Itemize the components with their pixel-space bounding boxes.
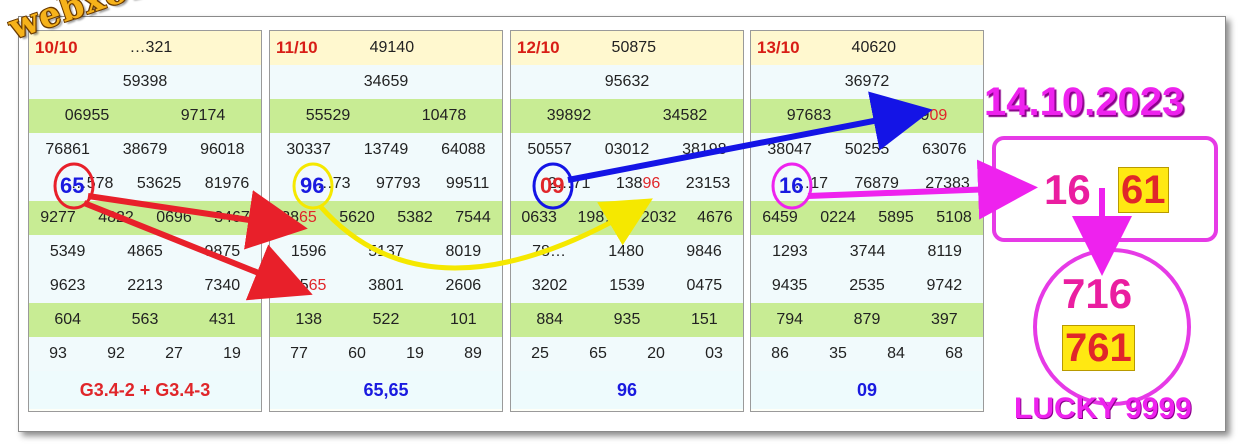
panel-header: 12/10 50875 [511, 31, 743, 65]
special-prize: 49140 [369, 39, 415, 56]
results-panel-11-10: 11/10 49140 34659 55529 10478 30337 13749 6… [269, 30, 503, 412]
panel-date: 12/10 [517, 38, 560, 57]
lucky-signature: LUCKY 9999 [1014, 392, 1192, 425]
prediction-date: 14.10.2023 [984, 80, 1185, 124]
prediction-second-highlight: 761 [1062, 325, 1135, 371]
panel-footer-note: 96 [511, 371, 743, 409]
prize-row: 77 60 19 89 [270, 337, 502, 371]
prize-row: 39892 34582 [511, 99, 743, 133]
circled-digits-12-10: 09 [540, 173, 565, 198]
prize-row: 76861 38679 96018 [29, 133, 261, 167]
prize-row: 9435 2535 9742 [751, 269, 983, 303]
panel-footer-note: G3.4-2 + G3.4-3 [29, 371, 261, 409]
prize-row: 3865 5620 5382 7544 [270, 201, 502, 235]
results-panel-13-10: 13/10 40620 36972 97683 99909 38047 50255 6… [750, 30, 984, 412]
special-prize: 40620 [851, 39, 897, 56]
prize-row: 138 522 101 [270, 303, 502, 337]
prize-row: 0633 198… 2032 4676 [511, 201, 743, 235]
prize-row: 78… 1480 9846 [511, 235, 743, 269]
circled-digits-13-10: 16 [779, 173, 804, 198]
prize-row: 9277 4822 0696 3467 [29, 201, 261, 235]
prize-row: 59398 [29, 65, 261, 99]
prize-row: 06955 97174 [29, 99, 261, 133]
prize-row: 38047 50255 63076 [751, 133, 983, 167]
prediction-first-plain: 16 [1044, 166, 1091, 213]
prize-row: 86 35 84 68 [751, 337, 983, 371]
prediction-box [992, 136, 1218, 242]
prediction-second-plain: 716 [1062, 270, 1133, 317]
prize-row: 95632 [511, 65, 743, 99]
prize-row: 55529 10478 [270, 99, 502, 133]
prize-row: 6459 0224 5895 5108 [751, 201, 983, 235]
prediction-first-highlight: 61 [1118, 167, 1169, 213]
panel-header: 10/10 …321 [29, 31, 261, 65]
prize-row: 9623 2213 7340 [29, 269, 261, 303]
circled-digits-10-10: 65 [60, 173, 85, 198]
prize-row: 5349 4865 9875 [29, 235, 261, 269]
prize-row: 794 879 397 [751, 303, 983, 337]
prize-row: 34659 [270, 65, 502, 99]
results-panel-12-10: 12/10 50875 95632 39892 34582 50557 03012 3… [510, 30, 744, 412]
prize-row: 25 65 20 03 [511, 337, 743, 371]
prize-row: 3202 1539 0475 [511, 269, 743, 303]
panel-date: 11/10 [276, 38, 318, 57]
prize-row: 36972 [751, 65, 983, 99]
panel-footer-note: 09 [751, 371, 983, 409]
results-panel-10-10: 10/10 …321 59398 06955 97174 76861 38679 96… [28, 30, 262, 412]
special-prize: …321 [129, 39, 173, 56]
prize-row: 97683 99909 [751, 99, 983, 133]
prize-row: 884 935 151 [511, 303, 743, 337]
prize-row: 604 563 431 [29, 303, 261, 337]
panel-header: 13/10 40620 [751, 31, 983, 65]
panel-header: 11/10 49140 [270, 31, 502, 65]
prize-row: 93 92 27 19 [29, 337, 261, 371]
prize-row: 1293 3744 8119 [751, 235, 983, 269]
panel-footer-note: 65,65 [270, 371, 502, 409]
prize-row: 30337 13749 64088 [270, 133, 502, 167]
prize-row: 2565 3801 2606 [270, 269, 502, 303]
prize-row: 50557 03012 38198 [511, 133, 743, 167]
circled-digits-11-10: 96 [300, 173, 325, 198]
prize-row: 1596 5137 8019 [270, 235, 502, 269]
special-prize: 50875 [611, 39, 657, 56]
panel-date: 13/10 [757, 38, 800, 57]
